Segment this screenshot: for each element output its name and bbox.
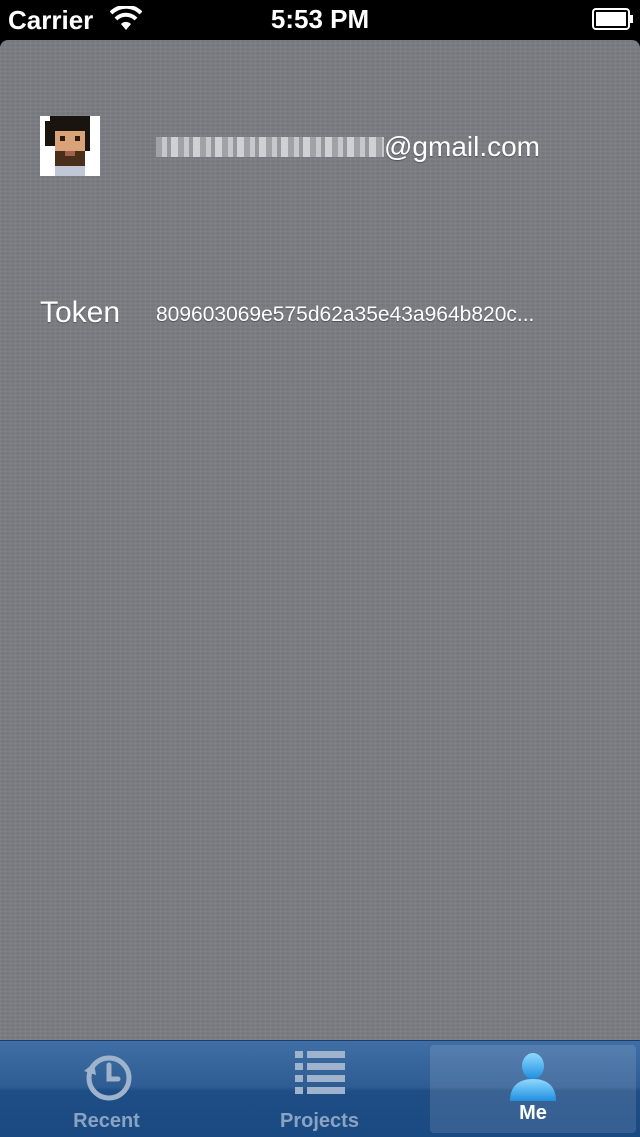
battery-icon <box>592 8 633 30</box>
tab-me-label: Me <box>519 1102 547 1124</box>
tab-projects[interactable]: Projects <box>213 1041 426 1137</box>
tab-recent[interactable]: Recent <box>0 1041 213 1137</box>
tab-projects-label: Projects <box>280 1110 359 1132</box>
token-value[interactable]: 809603069e575d62a35e43a964b820c... <box>156 303 556 327</box>
token-label: Token <box>40 296 121 329</box>
tab-recent-label: Recent <box>73 1110 140 1132</box>
tab-me[interactable]: Me <box>430 1045 636 1133</box>
profile-view: @gmail.com Token 809603069e575d62a35e43a… <box>0 40 640 1040</box>
status-bar: Carrier 5:53 PM <box>0 0 640 40</box>
email-username-redacted <box>156 137 384 157</box>
email-domain: @gmail.com <box>384 131 541 162</box>
status-time: 5:53 PM <box>270 4 370 34</box>
tab-bar: Recent Projects Me <box>0 1040 640 1137</box>
person-icon <box>510 1053 556 1101</box>
email-row: @gmail.com <box>156 130 540 164</box>
history-icon <box>83 1055 131 1101</box>
list-icon <box>294 1051 345 1094</box>
avatar <box>40 116 100 176</box>
